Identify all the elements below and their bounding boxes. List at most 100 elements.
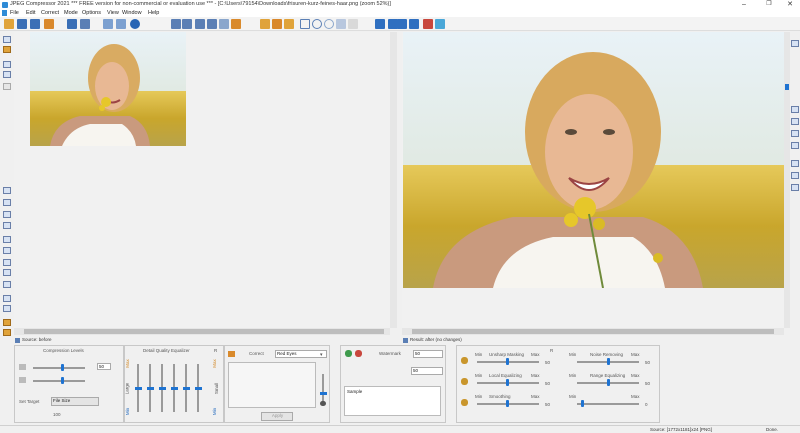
align-left-icon[interactable] bbox=[375, 19, 385, 29]
equalizer-slider-thumb[interactable] bbox=[182, 386, 190, 390]
batch-icon[interactable] bbox=[80, 19, 90, 29]
palette-icon[interactable] bbox=[260, 19, 270, 29]
pencil-icon[interactable] bbox=[3, 319, 11, 326]
equalizer-slider-thumb[interactable] bbox=[134, 386, 142, 390]
result-horizontal-scrollbar[interactable] bbox=[402, 328, 784, 335]
preview-eye-icon[interactable] bbox=[320, 401, 326, 406]
compression-slider-thumb[interactable] bbox=[61, 364, 64, 371]
align-top-icon[interactable] bbox=[397, 19, 407, 29]
menu-window[interactable]: Window bbox=[122, 10, 142, 16]
grid-icon[interactable] bbox=[3, 236, 11, 243]
menu-mode[interactable]: Mode bbox=[64, 10, 78, 16]
rotate-icon[interactable] bbox=[3, 83, 11, 90]
zoom-tool-icon[interactable] bbox=[3, 36, 11, 43]
crop-icon[interactable] bbox=[195, 19, 205, 29]
adjust-left-slider-thumb[interactable] bbox=[506, 400, 509, 407]
compress-icon[interactable] bbox=[44, 19, 54, 29]
watermark-second-select[interactable]: 50 bbox=[411, 367, 443, 375]
menu-edit[interactable]: Edit bbox=[26, 10, 35, 16]
select-ellipse-icon[interactable] bbox=[312, 19, 322, 29]
adjust-min-label: Min bbox=[475, 352, 483, 357]
export-icon[interactable] bbox=[67, 19, 77, 29]
equalizer-slider-thumb[interactable] bbox=[158, 386, 166, 390]
color-icon[interactable] bbox=[423, 19, 433, 29]
equalizer-slider-thumb[interactable] bbox=[194, 386, 202, 390]
target-value: 100 bbox=[53, 412, 61, 417]
select-rect-icon[interactable] bbox=[300, 19, 310, 29]
zoom-out-icon[interactable] bbox=[791, 106, 799, 113]
menu-options[interactable]: Options bbox=[82, 10, 101, 16]
compression-value-box[interactable]: 50 bbox=[97, 363, 111, 370]
refresh-icon[interactable] bbox=[791, 142, 799, 149]
compare-icon[interactable] bbox=[182, 19, 192, 29]
menu-correct[interactable]: Correct bbox=[41, 10, 59, 16]
settings-icon[interactable] bbox=[435, 19, 445, 29]
compression-slider-2-thumb[interactable] bbox=[61, 377, 64, 384]
histogram-icon[interactable] bbox=[3, 199, 11, 206]
eraser-icon[interactable] bbox=[3, 329, 11, 336]
apply-button[interactable]: Apply bbox=[261, 412, 293, 421]
brightness-icon[interactable] bbox=[284, 19, 294, 29]
save-icon[interactable] bbox=[17, 19, 27, 29]
wand-icon[interactable] bbox=[336, 19, 346, 29]
maximize-button[interactable]: ❐ bbox=[760, 0, 778, 9]
fit-window-icon[interactable] bbox=[791, 118, 799, 125]
print-icon[interactable] bbox=[3, 295, 11, 302]
compare-h-icon[interactable] bbox=[3, 259, 11, 266]
file-size-button[interactable]: File Size bbox=[51, 397, 99, 406]
watermark-green-icon[interactable] bbox=[345, 350, 352, 357]
watermark-size-select[interactable]: 50 bbox=[413, 350, 443, 358]
redo-icon[interactable] bbox=[116, 19, 126, 29]
zoom-in-icon[interactable] bbox=[791, 40, 799, 47]
align-right-icon[interactable] bbox=[409, 19, 419, 29]
mask-icon[interactable] bbox=[272, 19, 282, 29]
compression-slider-2-track[interactable] bbox=[33, 380, 85, 382]
adjust-left-slider-thumb[interactable] bbox=[506, 358, 509, 365]
adjust-left-value: 50 bbox=[545, 402, 551, 407]
help-icon[interactable] bbox=[130, 19, 140, 29]
source-horizontal-scrollbar[interactable] bbox=[14, 328, 390, 335]
view-split-icon[interactable] bbox=[791, 172, 799, 179]
layers-icon[interactable] bbox=[3, 211, 11, 218]
pan-tool-icon[interactable] bbox=[3, 46, 11, 53]
view-side-icon[interactable] bbox=[791, 184, 799, 191]
view-single-icon[interactable] bbox=[791, 160, 799, 167]
undo-icon[interactable] bbox=[103, 19, 113, 29]
lasso-icon[interactable] bbox=[324, 19, 334, 29]
adjust-right-slider-thumb[interactable] bbox=[581, 400, 584, 407]
equalizer-slider-thumb[interactable] bbox=[146, 386, 154, 390]
watermark-red-icon[interactable] bbox=[355, 350, 362, 357]
menu-view[interactable]: View bbox=[107, 10, 119, 16]
open-icon[interactable] bbox=[4, 19, 14, 29]
compression-slider-track[interactable] bbox=[33, 367, 85, 369]
adjust-left-slider-thumb[interactable] bbox=[506, 379, 509, 386]
hammer-icon bbox=[228, 351, 235, 357]
minimize-button[interactable]: – bbox=[735, 0, 753, 9]
text-icon[interactable] bbox=[348, 19, 358, 29]
channel-icon[interactable] bbox=[3, 187, 11, 194]
fit-tool-icon[interactable] bbox=[3, 61, 11, 68]
source-vertical-scrollbar[interactable] bbox=[390, 32, 397, 328]
split-icon[interactable] bbox=[3, 247, 11, 254]
adjust-right-slider-thumb[interactable] bbox=[607, 358, 610, 365]
correct-vertical-slider-track[interactable] bbox=[322, 374, 324, 404]
save-as-icon[interactable] bbox=[30, 19, 40, 29]
adjust-right-slider-track[interactable] bbox=[577, 403, 639, 405]
eye-icon[interactable] bbox=[219, 19, 229, 29]
zoom-100-icon[interactable] bbox=[791, 130, 799, 137]
menu-help[interactable]: Help bbox=[148, 10, 159, 16]
close-button[interactable]: ✕ bbox=[781, 0, 799, 9]
actual-size-icon[interactable] bbox=[3, 71, 11, 78]
brush-icon[interactable] bbox=[231, 19, 241, 29]
info-icon[interactable] bbox=[3, 281, 11, 288]
view-icon[interactable] bbox=[171, 19, 181, 29]
resize-icon[interactable] bbox=[207, 19, 217, 29]
adjust-right-slider-thumb[interactable] bbox=[607, 379, 610, 386]
stamp-icon[interactable] bbox=[3, 305, 11, 312]
watermark-text-area[interactable]: Sample bbox=[344, 386, 441, 416]
equalizer-slider-thumb[interactable] bbox=[170, 386, 178, 390]
copy-icon[interactable] bbox=[3, 222, 11, 229]
menu-file[interactable]: File bbox=[10, 10, 19, 16]
correct-vertical-slider-thumb[interactable] bbox=[319, 392, 327, 395]
compare-v-icon[interactable] bbox=[3, 269, 11, 276]
